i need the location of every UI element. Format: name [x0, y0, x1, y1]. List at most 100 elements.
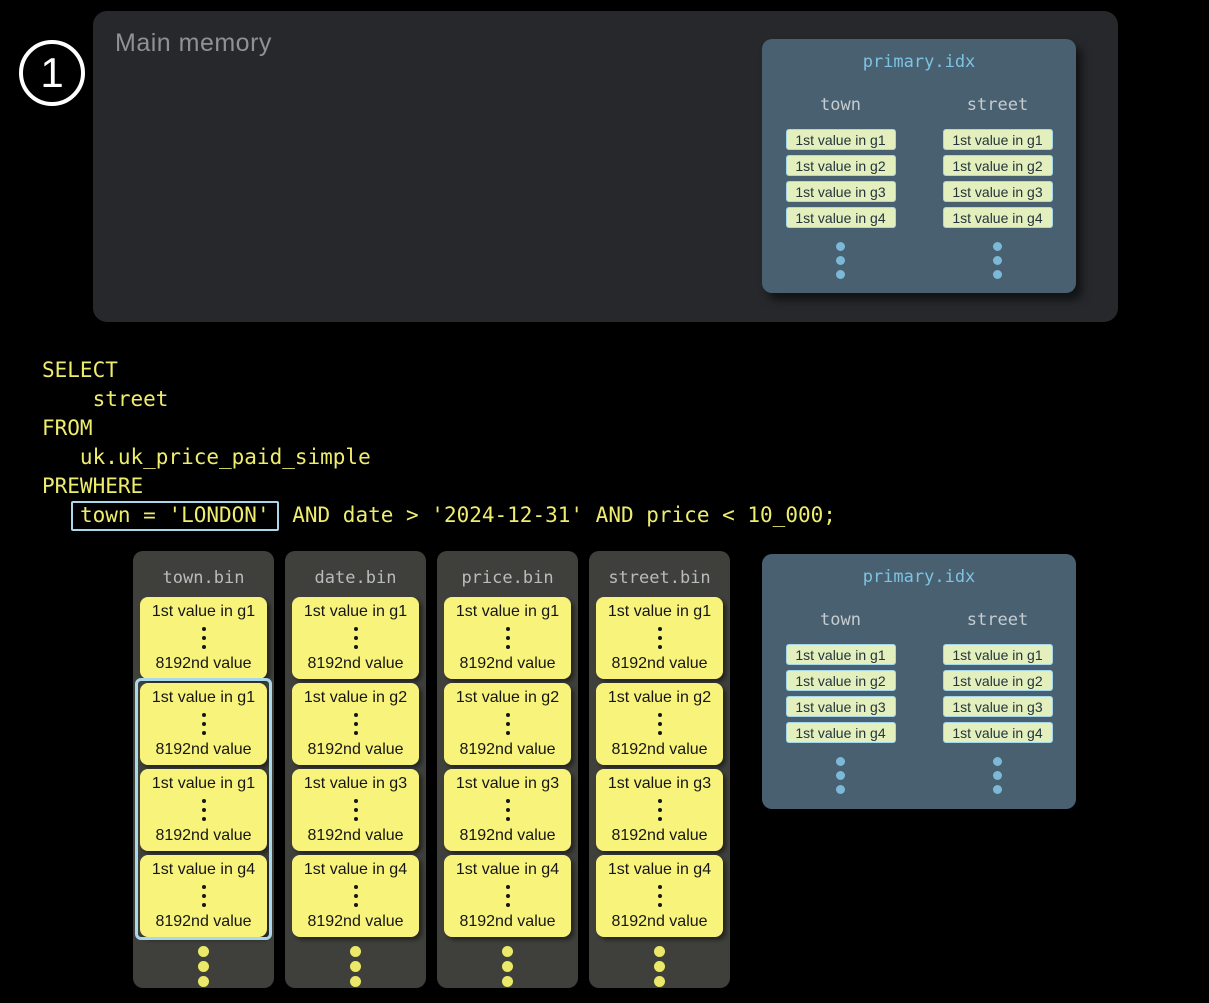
granule-first-value: 1st value in g4: [444, 861, 571, 879]
granule-block: 1st value in g3 8192nd value: [444, 769, 571, 851]
sql-line: SELECT: [42, 356, 836, 385]
granule-list: 1st value in g1 8192nd value 1st value i…: [437, 597, 578, 937]
granule-ellipsis-icon: [658, 799, 662, 803]
granule-ellipsis-icon: [202, 799, 206, 803]
granule-first-value: 1st value in g4: [140, 861, 267, 879]
primary-index-panel-disk: primary.idx town 1st value in g1 1st val…: [762, 554, 1076, 809]
granule-last-value: 8192nd value: [444, 741, 571, 759]
index-entry: 1st value in g4: [943, 722, 1053, 743]
granule-last-value: 8192nd value: [140, 913, 267, 931]
granule-last-value: 8192nd value: [292, 655, 419, 673]
step-number-badge: 1: [19, 40, 85, 106]
granule-block: 1st value in g4 8192nd value: [596, 855, 723, 937]
granule-block: 1st value in g4 8192nd value: [292, 855, 419, 937]
granule-block: 1st value in g2 8192nd value: [292, 683, 419, 765]
more-entries-dots-icon: [836, 242, 845, 251]
granule-first-value: 1st value in g1: [292, 603, 419, 621]
granule-last-value: 8192nd value: [596, 827, 723, 845]
granule-first-value: 1st value in g4: [292, 861, 419, 879]
granule-ellipsis-icon: [506, 627, 510, 631]
index-entry: 1st value in g4: [786, 722, 896, 743]
more-granules-dots-icon: [198, 946, 209, 957]
index-entry: 1st value in g2: [786, 670, 896, 691]
granule-first-value: 1st value in g2: [444, 689, 571, 707]
index-entry: 1st value in g1: [943, 129, 1053, 150]
index-entry: 1st value in g4: [943, 207, 1053, 228]
sql-line: PREWHERE: [42, 472, 836, 501]
granule-last-value: 8192nd value: [444, 655, 571, 673]
granule-block: 1st value in g4 8192nd value: [444, 855, 571, 937]
granule-ellipsis-icon: [354, 713, 358, 717]
granule-ellipsis-icon: [658, 627, 662, 631]
granule-first-value: 1st value in g3: [444, 775, 571, 793]
granule-first-value: 1st value in g3: [292, 775, 419, 793]
granule-list: 1st value in g1 8192nd value 1st value i…: [589, 597, 730, 937]
granule-last-value: 8192nd value: [292, 741, 419, 759]
granule-block: 1st value in g4 8192nd value: [140, 855, 267, 937]
index-column-town: town 1st value in g1 1st value in g2 1st…: [762, 610, 919, 766]
index-entry: 1st value in g1: [943, 644, 1053, 665]
index-entry: 1st value in g1: [786, 644, 896, 665]
granule-last-value: 8192nd value: [140, 827, 267, 845]
column-file-price-bin: price.bin 1st value in g1 8192nd value 1…: [437, 551, 578, 988]
granule-first-value: 1st value in g1: [444, 603, 571, 621]
column-file-title: town.bin: [133, 568, 274, 588]
granule-first-value: 1st value in g1: [596, 603, 723, 621]
granule-block: 1st value in g1 8192nd value: [140, 597, 267, 679]
step-number: 1: [40, 52, 63, 94]
granule-last-value: 8192nd value: [292, 913, 419, 931]
granule-first-value: 1st value in g2: [292, 689, 419, 707]
index-column-header-town: town: [820, 95, 861, 115]
index-entry: 1st value in g1: [786, 129, 896, 150]
granule-first-value: 1st value in g1: [140, 689, 267, 707]
granule-last-value: 8192nd value: [596, 913, 723, 931]
prewhere-town-highlight-box: town = 'LONDON': [71, 501, 279, 531]
index-entry: 1st value in g2: [943, 670, 1053, 691]
granule-ellipsis-icon: [202, 627, 206, 631]
granule-ellipsis-icon: [354, 627, 358, 631]
granule-first-value: 1st value in g1: [140, 603, 267, 621]
more-entries-dots-icon: [993, 242, 1002, 251]
more-granules-dots-icon: [654, 946, 665, 957]
column-file-date-bin: date.bin 1st value in g1 8192nd value 1s…: [285, 551, 426, 988]
granule-ellipsis-icon: [506, 713, 510, 717]
diagram-canvas: 1 Main memory primary.idx town 1st value…: [0, 0, 1209, 1003]
granule-list: 1st value in g1 8192nd value 1st value i…: [285, 597, 426, 937]
more-granules-dots-icon: [350, 946, 361, 957]
index-entry: 1st value in g2: [786, 155, 896, 176]
sql-line-prewhere-condition: town = 'LONDON' AND date > '2024-12-31' …: [42, 501, 836, 530]
primary-index-title: primary.idx: [762, 567, 1076, 587]
granule-block: 1st value in g2 8192nd value: [596, 683, 723, 765]
primary-index-columns: town 1st value in g1 1st value in g2 1st…: [762, 610, 1076, 766]
index-column-street: street 1st value in g1 1st value in g2 1…: [919, 610, 1076, 766]
granule-ellipsis-icon: [354, 799, 358, 803]
index-column-header-town: town: [820, 610, 861, 630]
index-entry: 1st value in g3: [786, 696, 896, 717]
index-column-header-street: street: [967, 95, 1028, 115]
sql-line: uk.uk_price_paid_simple: [42, 443, 836, 472]
granule-first-value: 1st value in g3: [596, 775, 723, 793]
column-file-title: price.bin: [437, 568, 578, 588]
sql-line: FROM: [42, 414, 836, 443]
granule-ellipsis-icon: [202, 713, 206, 717]
granule-block: 1st value in g1 8192nd value: [140, 769, 267, 851]
more-granules-dots-icon: [502, 946, 513, 957]
index-column-header-street: street: [967, 610, 1028, 630]
sql-query: SELECT street FROM uk.uk_price_paid_simp…: [42, 356, 836, 530]
main-memory-title: Main memory: [115, 29, 272, 58]
granule-block: 1st value in g1 8192nd value: [444, 597, 571, 679]
index-column-town: town 1st value in g1 1st value in g2 1st…: [762, 95, 919, 251]
column-file-town-bin: town.bin 1st value in g1 8192nd value 1s…: [133, 551, 274, 988]
granule-list: 1st value in g1 8192nd value 1st value i…: [133, 597, 274, 937]
more-entries-dots-icon: [836, 757, 845, 766]
granule-ellipsis-icon: [658, 713, 662, 717]
column-file-title: street.bin: [589, 568, 730, 588]
column-file-street-bin: street.bin 1st value in g1 8192nd value …: [589, 551, 730, 988]
index-entry: 1st value in g3: [943, 181, 1053, 202]
granule-ellipsis-icon: [202, 885, 206, 889]
sql-condition-rest: AND date > '2024-12-31' AND price < 10_0…: [280, 503, 836, 527]
granule-last-value: 8192nd value: [596, 655, 723, 673]
index-entry: 1st value in g3: [786, 181, 896, 202]
granule-ellipsis-icon: [354, 885, 358, 889]
granule-block: 1st value in g3 8192nd value: [596, 769, 723, 851]
